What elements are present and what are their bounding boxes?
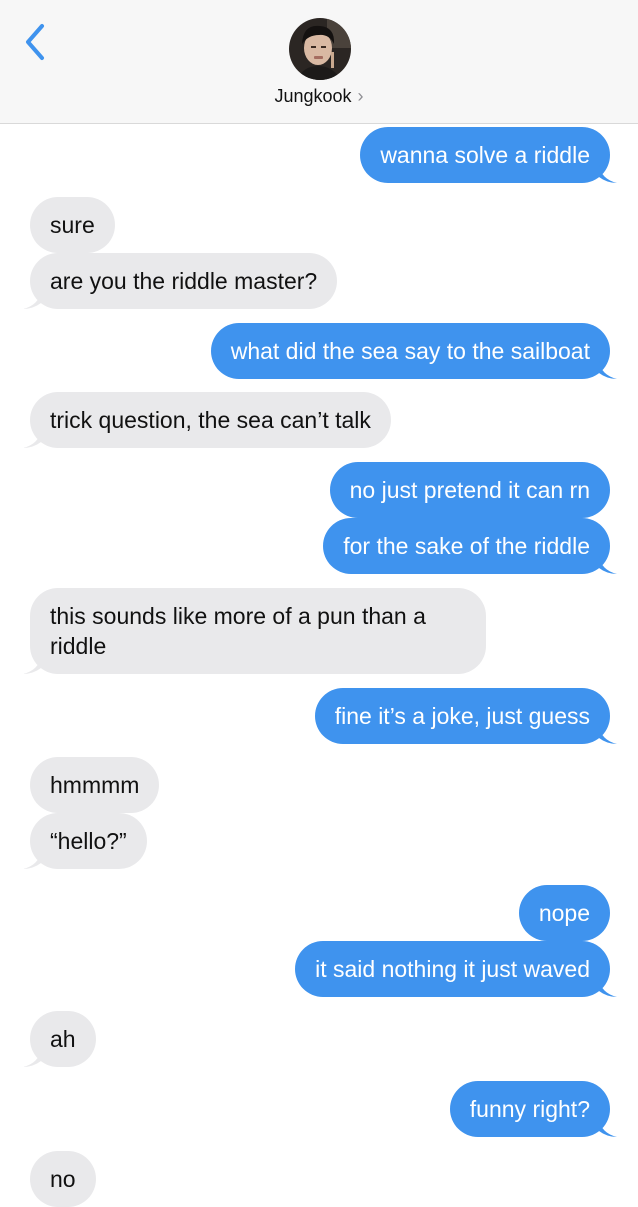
message-text: fine it’s a joke, just guess [334,703,590,729]
bubble-tail-icon [599,556,617,574]
bubble-tail-icon [23,656,41,674]
bubble-tail-icon [23,430,41,448]
conversation-header: Jungkook › [0,0,638,124]
message-text: “hello?” [50,828,127,854]
message-bubble-received[interactable]: ah [23,1011,96,1067]
message-text: what did the sea say to the sailboat [230,338,590,364]
back-button[interactable] [18,20,58,64]
message-text: hmmmm [50,772,140,798]
bubble-tail-icon [599,1119,617,1137]
message-bubble-sent[interactable]: it said nothing it just waved [295,941,617,997]
chevron-right-icon: › [357,86,364,106]
message-bubble-sent[interactable]: for the sake of the riddle [323,518,617,574]
message-bubble-received[interactable]: hmmmm [30,757,160,813]
message-bubble-received[interactable]: “hello?” [23,813,147,869]
bubble-tail-icon [599,361,617,379]
message-bubble-received[interactable]: no [30,1151,96,1207]
message-text: funny right? [469,1096,590,1122]
contact-name-button[interactable]: Jungkook › [0,86,638,107]
message-bubble-sent[interactable]: wanna solve a riddle [360,127,617,183]
message-bubble-sent[interactable]: no just pretend it can rn [329,462,610,518]
message-bubble-received[interactable]: are you the riddle master? [23,253,338,309]
message-text: are you the riddle master? [50,268,318,294]
bubble-tail-icon [599,726,617,744]
message-text: no just pretend it can rn [349,477,590,503]
contact-name: Jungkook [274,86,352,106]
back-chevron-icon [26,24,44,60]
message-text: sure [50,212,95,238]
message-text: this sounds like more of a pun than a ri… [50,603,426,659]
message-text: wanna solve a riddle [380,142,590,168]
bubble-tail-icon [23,851,41,869]
message-text: trick question, the sea can’t talk [50,407,371,433]
message-bubble-sent[interactable]: what did the sea say to the sailboat [210,323,617,379]
avatar-photo-icon [289,18,351,80]
message-text: it said nothing it just waved [315,956,590,982]
bubble-tail-icon [23,291,41,309]
bubble-tail-icon [599,165,617,183]
message-bubble-received[interactable]: sure [30,197,115,253]
message-text: for the sake of the riddle [343,533,590,559]
message-bubble-sent[interactable]: nope [518,885,610,941]
message-text: nope [538,900,590,926]
message-bubble-received[interactable]: this sounds like more of a pun than a ri… [23,588,486,674]
message-bubble-sent[interactable]: funny right? [449,1081,617,1137]
message-bubble-received[interactable]: trick question, the sea can’t talk [23,392,391,448]
message-bubble-sent[interactable]: fine it’s a joke, just guess [314,688,617,744]
contact-avatar[interactable] [289,18,351,80]
message-text: no [50,1166,76,1192]
bubble-tail-icon [599,979,617,997]
bubble-tail-icon [23,1049,41,1067]
message-text: ah [50,1026,76,1052]
